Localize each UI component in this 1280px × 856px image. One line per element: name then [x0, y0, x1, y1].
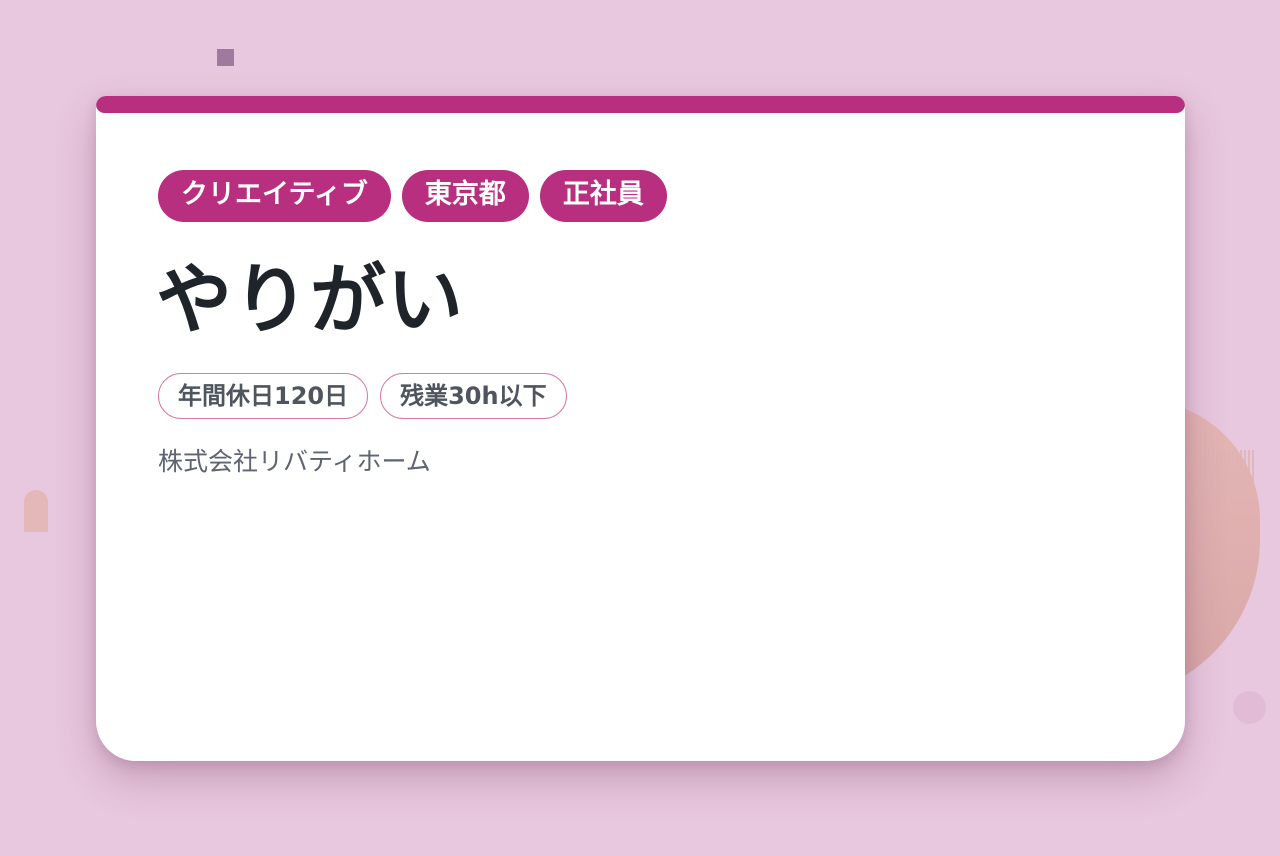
- decorative-pill-shape: [24, 490, 48, 532]
- condition-holidays: 年間休日120日: [158, 373, 369, 419]
- card-accent-bar: [96, 96, 1185, 113]
- tag-employment-type: 正社員: [539, 170, 667, 222]
- company-name: 株式会社リバティホーム: [158, 447, 431, 476]
- decorative-square: [217, 49, 234, 66]
- decorative-fringe: [1200, 450, 1256, 490]
- tag-category: クリエイティブ: [158, 170, 391, 222]
- job-card[interactable]: クリエイティブ 東京都 正社員 やりがい 年間休日120日 残業30h以下 株式…: [96, 96, 1185, 761]
- job-title: やりがい: [156, 255, 464, 344]
- tag-location: 東京都: [401, 170, 529, 222]
- tag-list: クリエイティブ 東京都 正社員: [158, 170, 667, 222]
- decorative-dot: [1233, 691, 1266, 724]
- condition-overtime: 残業30h以下: [380, 373, 567, 419]
- condition-list: 年間休日120日 残業30h以下: [158, 373, 567, 419]
